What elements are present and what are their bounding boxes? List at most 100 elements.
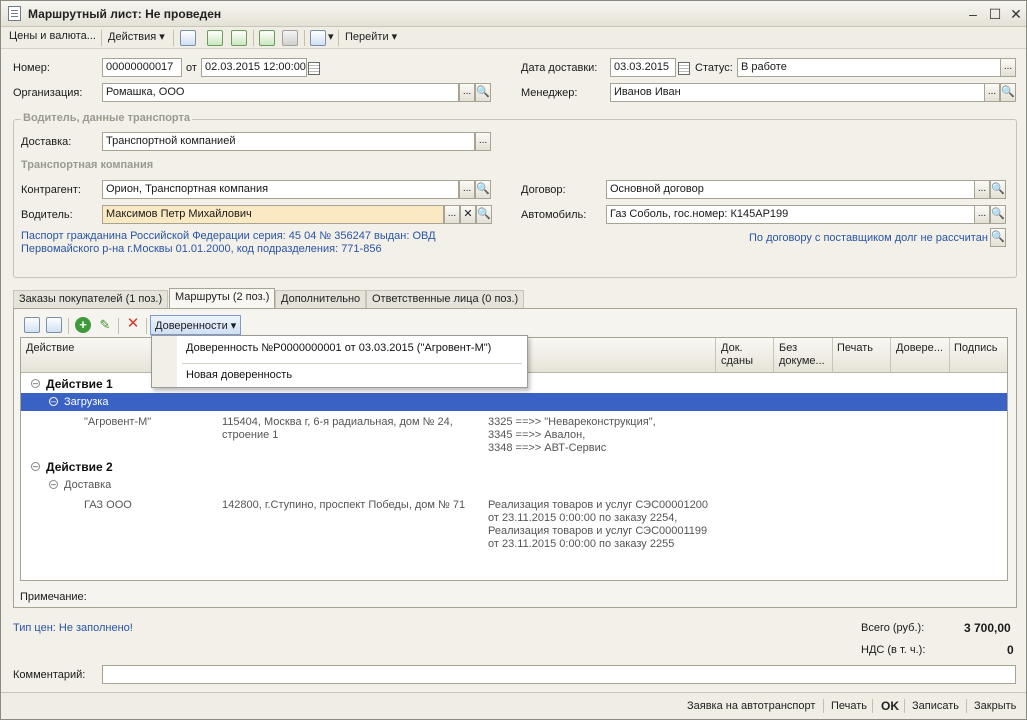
post-and-close-icon[interactable] — [180, 30, 196, 46]
manager-field[interactable]: Иванов Иван — [610, 83, 985, 102]
status-select-button[interactable]: ... — [1000, 58, 1016, 77]
actions-menu-button[interactable]: Действия ▾ — [108, 30, 165, 43]
minimize-icon[interactable]: – — [964, 5, 982, 23]
contractor-label: Контрагент: — [21, 184, 81, 196]
action2-subtitle[interactable]: Доставка — [64, 479, 111, 492]
add-icon[interactable]: + — [75, 317, 91, 333]
structure-icon[interactable] — [282, 30, 298, 46]
driver-field[interactable]: Максимов Петр Михайлович — [102, 205, 444, 224]
manager-open-icon[interactable]: 🔍 — [1000, 83, 1016, 102]
delivery-calendar-icon[interactable] — [676, 60, 690, 76]
column-proxy[interactable]: Довере... — [896, 342, 943, 355]
paste-route-icon[interactable] — [46, 317, 62, 333]
edit-icon[interactable]: ✎ — [97, 317, 113, 333]
manager-select-button[interactable]: ... — [984, 83, 1000, 102]
delivery-select-button[interactable]: ... — [475, 132, 491, 151]
menu-gutter — [152, 336, 177, 387]
menu-item-existing-proxy[interactable]: Доверенность №Р0000000001 от 03.03.2015 … — [186, 342, 491, 354]
toolbar-divider — [338, 30, 339, 46]
vat-value: 0 — [1007, 643, 1014, 657]
column-action[interactable]: Действие — [26, 342, 74, 355]
organization-label: Организация: — [13, 87, 83, 99]
contract-open-icon[interactable]: 🔍 — [990, 180, 1006, 199]
action1-orders-line3: 3348 ==>> АВТ-Сервис — [488, 442, 607, 454]
transport-request-button[interactable]: Заявка на автотранспорт — [687, 700, 815, 712]
delivery-date-field[interactable]: 03.03.2015 — [610, 58, 676, 77]
column-docs-submitted[interactable]: Док. сданы — [721, 342, 753, 368]
tab-routes[interactable]: Маршруты (2 поз.) — [169, 288, 276, 309]
tab-customer-orders[interactable]: Заказы покупателей (1 поз.) — [13, 290, 169, 308]
post-icon[interactable] — [207, 30, 223, 46]
delivery-label: Доставка: — [21, 136, 72, 148]
action2-counterparty[interactable]: ГАЗ ООО — [84, 499, 132, 512]
car-select-button[interactable]: ... — [974, 205, 990, 224]
action1-orders-line1: 3325 ==>> "Невареконструкция", — [488, 416, 656, 428]
ok-button[interactable]: OK — [881, 699, 899, 713]
collapse-icon[interactable]: – — [31, 462, 40, 471]
delete-icon[interactable]: ✕ — [125, 316, 141, 332]
action1-subtitle[interactable]: Загрузка — [64, 396, 108, 409]
contract-select-button[interactable]: ... — [974, 180, 990, 199]
print-button[interactable]: Печать — [831, 700, 867, 712]
organization-open-icon[interactable]: 🔍 — [475, 83, 491, 102]
contract-debt-note[interactable]: По договору с поставщиком долг не рассчи… — [749, 232, 988, 244]
action1-orders-line2: 3345 ==>> Авалон, — [488, 429, 586, 441]
action2-docs-line3: Реализация товаров и услуг СЭС00001199 — [488, 525, 708, 537]
contractor-field[interactable]: Орион, Транспортная компания — [102, 180, 459, 199]
driver-select-button[interactable]: ... — [444, 205, 460, 224]
maximize-icon[interactable]: ☐ — [986, 5, 1004, 23]
transport-company-title: Транспортная компания — [21, 159, 154, 171]
number-field[interactable]: 00000000017 — [102, 58, 182, 77]
organization-select-button[interactable]: ... — [459, 83, 475, 102]
save-button[interactable]: Записать — [912, 700, 959, 712]
contractor-open-icon[interactable]: 🔍 — [475, 180, 491, 199]
print-preview-icon[interactable] — [310, 30, 326, 46]
proxies-menu-button[interactable]: Доверенности ▾ — [150, 315, 242, 335]
action2-title[interactable]: Действие 2 — [46, 460, 113, 474]
contract-field[interactable]: Основной договор — [606, 180, 975, 199]
close-button[interactable]: Закрыть — [974, 700, 1016, 712]
tab-additional[interactable]: Дополнительно — [275, 290, 367, 308]
goto-menu-button[interactable]: Перейти ▾ — [345, 30, 397, 43]
window-title: Маршрутный лист: Не проведен — [28, 7, 222, 21]
calendar-icon[interactable] — [306, 60, 320, 76]
column-sign[interactable]: Подпись — [954, 342, 998, 355]
proxies-menu-label: Доверенности — [155, 320, 228, 332]
tab-responsible-persons[interactable]: Ответственные лица (0 поз.) — [366, 290, 525, 308]
column-no-docs[interactable]: Без докуме... — [779, 342, 825, 368]
collapse-icon[interactable]: – — [49, 480, 58, 489]
status-field[interactable]: В работе — [737, 58, 1001, 77]
toolbar-divider — [101, 30, 102, 46]
passport-info-line1[interactable]: Паспорт гражданина Российской Федерации … — [21, 230, 436, 242]
driver-clear-icon[interactable]: ✕ — [460, 205, 476, 224]
driver-group-title: Водитель, данные транспорта — [21, 112, 193, 124]
action1-counterparty[interactable]: "Агровент-М" — [84, 416, 151, 429]
print-preview-dropdown-icon[interactable]: ▾ — [328, 30, 334, 43]
date-field[interactable]: 02.03.2015 12:00:00 — [201, 58, 307, 77]
delivery-field[interactable]: Транспортной компанией — [102, 132, 475, 151]
column-print[interactable]: Печать — [837, 342, 873, 355]
price-type-link[interactable]: Тип цен: Не заполнено! — [13, 622, 133, 634]
car-field[interactable]: Газ Соболь, гос.номер: К145АР199 — [606, 205, 975, 224]
car-open-icon[interactable]: 🔍 — [990, 205, 1006, 224]
create-based-on-icon[interactable] — [259, 30, 275, 46]
debt-open-icon[interactable]: 🔍 — [990, 228, 1006, 247]
menu-item-new-proxy[interactable]: Новая доверенность — [186, 369, 292, 381]
close-icon[interactable]: ✕ — [1007, 5, 1025, 23]
refresh-icon[interactable] — [231, 30, 247, 46]
action1-title[interactable]: Действие 1 — [46, 377, 113, 391]
contractor-select-button[interactable]: ... — [459, 180, 475, 199]
passport-info-line2[interactable]: Первомайского р-на г.Москвы 01.01.2000, … — [21, 243, 382, 255]
column-nodocs-line2: докуме... — [779, 355, 825, 367]
comment-label: Комментарий: — [13, 669, 86, 681]
driver-open-icon[interactable]: 🔍 — [476, 205, 492, 224]
copy-route-icon[interactable] — [24, 317, 40, 333]
collapse-icon[interactable]: – — [31, 379, 40, 388]
organization-field[interactable]: Ромашка, ООО — [102, 83, 459, 102]
prices-currency-button[interactable]: Цены и валюта... — [9, 30, 96, 42]
selected-row[interactable] — [21, 393, 1007, 411]
driver-label: Водитель: — [21, 209, 73, 221]
footer-divider — [966, 699, 967, 713]
comment-field[interactable] — [102, 665, 1016, 684]
collapse-icon[interactable]: – — [49, 397, 58, 406]
